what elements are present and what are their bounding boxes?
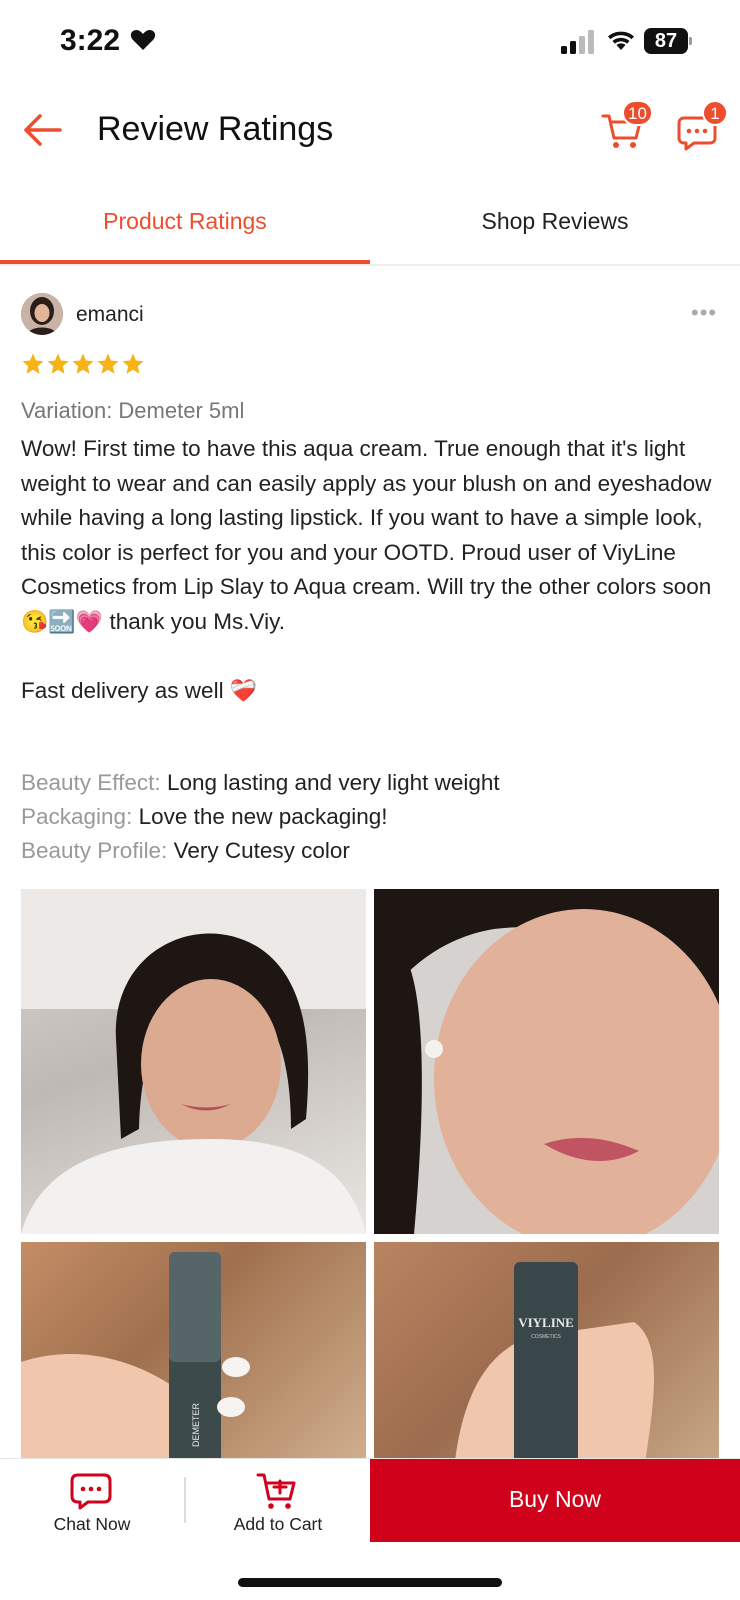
tab-shop-reviews[interactable]: Shop Reviews bbox=[370, 186, 740, 264]
more-options-icon[interactable]: ••• bbox=[691, 300, 717, 326]
review-delivery-text: Fast delivery as well bbox=[21, 677, 224, 703]
attribute-row: Beauty Effect: Long lasting and very lig… bbox=[21, 770, 500, 795]
star-rating bbox=[21, 352, 146, 378]
chat-button[interactable]: 1 bbox=[676, 100, 728, 158]
chat-count-badge: 1 bbox=[702, 100, 728, 126]
star-icon bbox=[97, 353, 119, 374]
selfie-photo-2[interactable] bbox=[374, 889, 719, 1234]
variation-label: Variation: Demeter 5ml bbox=[21, 398, 245, 423]
lipstick-label-cosmetics: COSMETICS bbox=[531, 1334, 561, 1340]
review-body-end: thank you Ms.Viy. bbox=[109, 608, 285, 634]
cart-count-badge: 10 bbox=[622, 100, 653, 126]
user-avatar-icon bbox=[21, 293, 63, 335]
lipstick-photo-1[interactable]: DEMETER bbox=[21, 1242, 366, 1470]
username: emanci bbox=[76, 303, 144, 326]
star-icon bbox=[72, 353, 94, 374]
attribute-row: Beauty Profile: Very Cutesy color bbox=[21, 838, 350, 863]
signal-icon bbox=[561, 30, 594, 54]
avatar[interactable] bbox=[21, 293, 63, 335]
attribute-row: Packaging: Love the new packaging! bbox=[21, 804, 388, 829]
bottom-action-bar: Chat Now Add to Cart Buy Now bbox=[0, 1458, 740, 1542]
add-to-cart-button[interactable]: Add to Cart bbox=[186, 1459, 370, 1542]
cart-button[interactable]: 10 bbox=[600, 100, 653, 156]
tab-product-ratings[interactable]: Product Ratings bbox=[0, 186, 370, 264]
review-photo-grid: DEMETER VIYLINE COSMETICS bbox=[21, 889, 720, 1470]
mending-heart-emoji: ❤️‍🩹 bbox=[229, 677, 258, 703]
battery-level: 87 bbox=[644, 28, 688, 54]
chat-now-label: Chat Now bbox=[53, 1514, 131, 1534]
star-icon bbox=[47, 353, 69, 374]
home-indicator[interactable] bbox=[238, 1578, 502, 1587]
back-arrow-icon[interactable] bbox=[20, 108, 64, 152]
battery-icon: 87 bbox=[644, 28, 692, 54]
tab-bar: Product Ratings Shop Reviews bbox=[0, 186, 740, 266]
kiss-soon-heart-emoji: 😘🔜💗 bbox=[21, 608, 104, 634]
chat-icon bbox=[70, 1473, 112, 1510]
lipstick-label-demeter: DEMETER bbox=[191, 1402, 201, 1447]
star-icon bbox=[122, 353, 144, 374]
add-cart-icon bbox=[256, 1473, 296, 1509]
chat-now-button[interactable]: Chat Now bbox=[0, 1459, 184, 1542]
lipstick-label-viyline: VIYLINE bbox=[518, 1315, 574, 1330]
review-text: Wow! First time to have this aqua cream.… bbox=[21, 432, 721, 708]
add-to-cart-label: Add to Cart bbox=[233, 1514, 323, 1534]
review-body: Wow! First time to have this aqua cream.… bbox=[21, 436, 712, 599]
status-bar: 3:22 87 bbox=[0, 0, 740, 84]
review-attributes: Beauty Effect: Long lasting and very lig… bbox=[21, 766, 721, 868]
selfie-photo-1[interactable] bbox=[21, 889, 366, 1234]
status-time: 3:22 bbox=[60, 24, 121, 57]
wifi-icon bbox=[608, 31, 634, 50]
page-title: Review Ratings bbox=[97, 110, 334, 148]
lipstick-photo-2[interactable]: VIYLINE COSMETICS bbox=[374, 1242, 719, 1470]
buy-now-button[interactable]: Buy Now bbox=[370, 1459, 740, 1542]
heart-icon bbox=[130, 29, 156, 50]
header: Review Ratings 10 1 bbox=[0, 90, 740, 170]
star-icon bbox=[22, 353, 44, 374]
